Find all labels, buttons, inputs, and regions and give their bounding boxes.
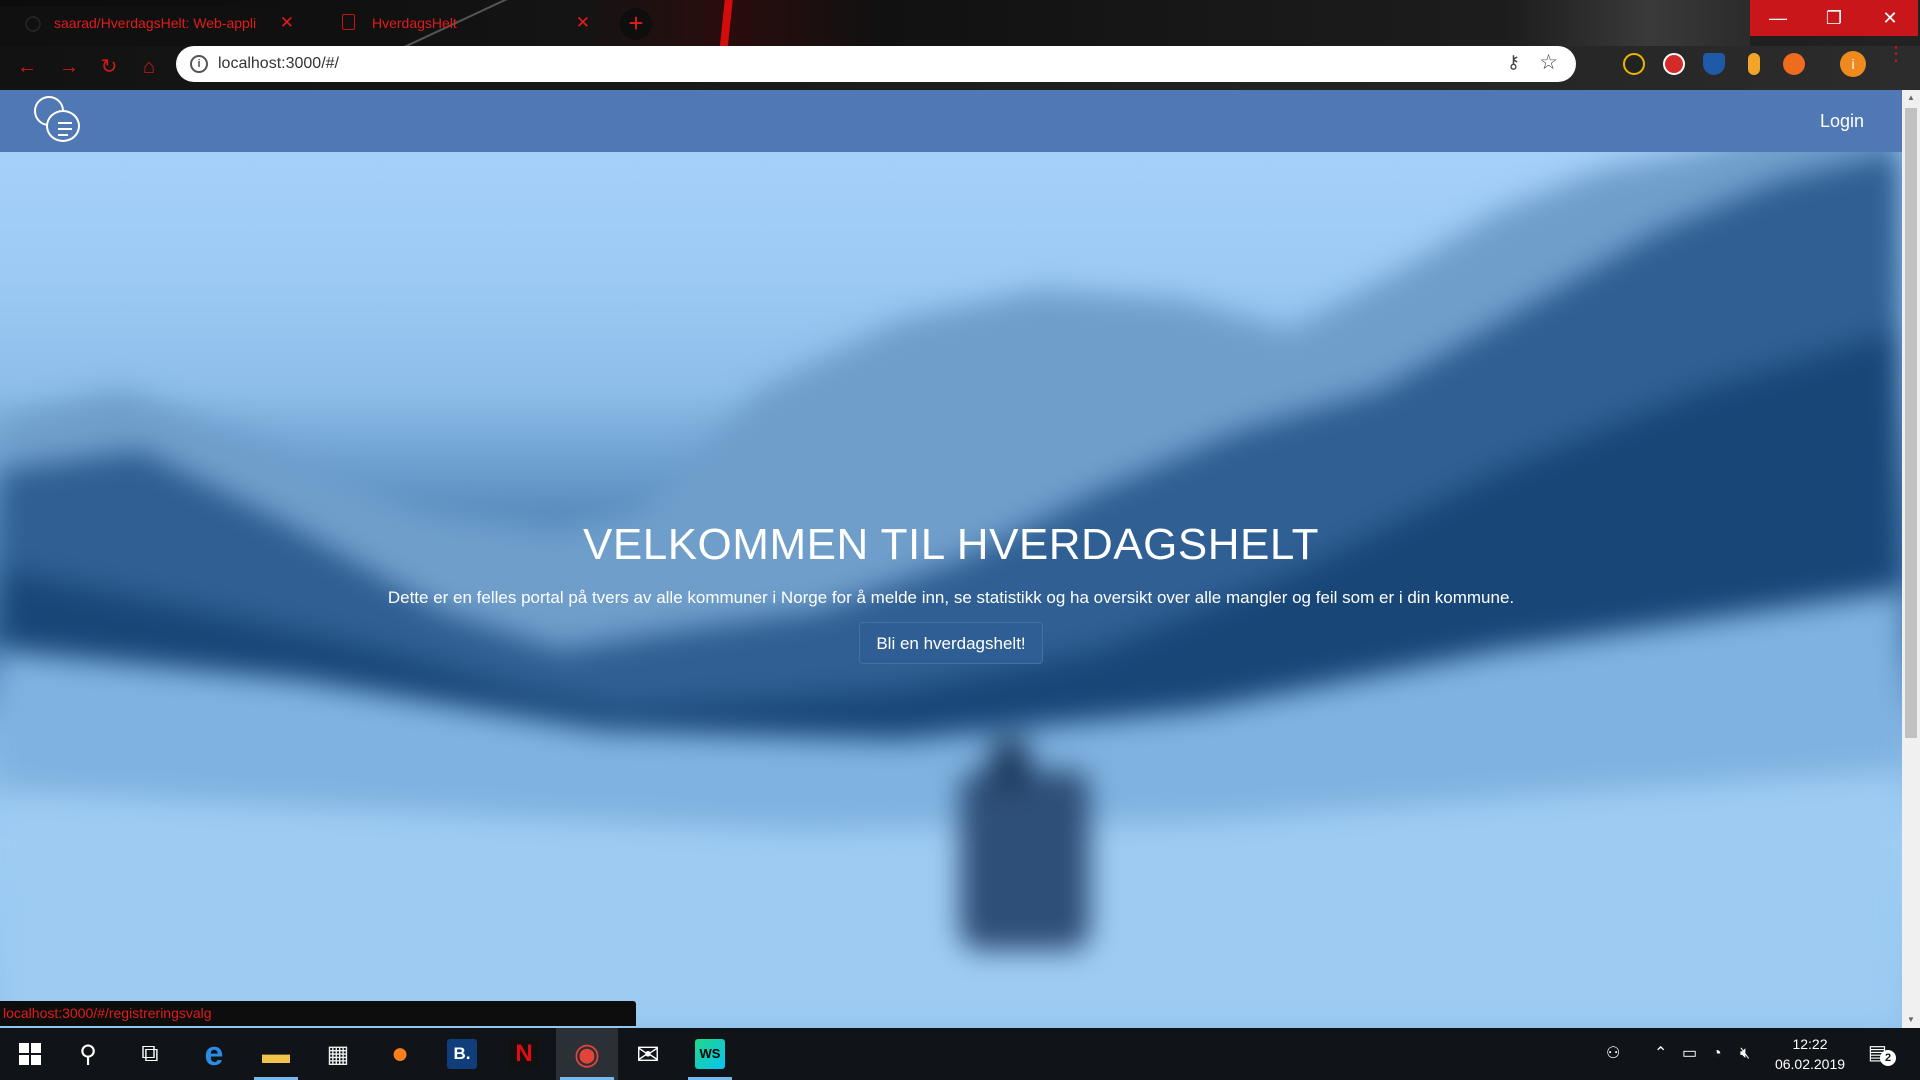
restore-button[interactable]: ❐	[1806, 0, 1862, 36]
hero-content: VELKOMMEN TIL HVERDAGSHELT Dette er en f…	[0, 520, 1902, 664]
close-window-button[interactable]: ✕	[1862, 0, 1918, 36]
task-view-icon: ⧉	[141, 1040, 159, 1067]
page-icon	[342, 14, 355, 30]
back-button[interactable]: ←	[14, 54, 40, 80]
tab-title: saarad/HverdagsHelt: Web-appli	[54, 15, 257, 31]
forward-button[interactable]: →	[56, 54, 82, 80]
system-clock[interactable]: 12:22 06.02.2019	[1774, 1034, 1846, 1074]
site-navbar: Login	[0, 90, 1902, 152]
extension-norton-icon[interactable]	[1623, 53, 1645, 75]
site-info-icon[interactable]: i	[190, 55, 208, 73]
page-scrollbar[interactable]: ▲ ▼	[1902, 90, 1920, 1028]
close-tab-icon[interactable]: ✕	[280, 6, 294, 40]
edge-icon: e	[204, 1034, 224, 1073]
home-button[interactable]: ⌂	[136, 54, 162, 80]
become-hero-button[interactable]: Bli en hverdagshelt!	[859, 622, 1043, 664]
hero-description: Dette er en felles portal på tvers av al…	[387, 588, 1515, 607]
clock-date: 06.02.2019	[1774, 1056, 1846, 1072]
firefox-icon: ●	[390, 1037, 410, 1070]
github-icon	[25, 16, 41, 32]
booking-icon: B.	[447, 1039, 477, 1069]
people-icon[interactable]: ⚇	[1606, 1028, 1620, 1080]
folder-icon: ▬	[262, 1038, 290, 1069]
web-page: Login VELKOMMEN TIL HVERDAGSHELT Dette e…	[0, 90, 1902, 1028]
chrome-icon: ◉	[573, 1037, 601, 1071]
extension-adblock-icon[interactable]	[1663, 53, 1685, 75]
extension-shield-icon[interactable]	[1703, 53, 1725, 75]
search-button[interactable]: ⚲	[62, 1028, 114, 1080]
wallpaper-accent	[1500, 0, 1750, 46]
login-link[interactable]: Login	[1820, 90, 1864, 152]
chrome-button[interactable]: ◉	[556, 1028, 618, 1080]
address-bar[interactable]: i localhost:3000/#/ ⚷ ☆	[176, 46, 1576, 82]
wifi-icon[interactable]: ◔	[1712, 1028, 1722, 1080]
task-view-button[interactable]: ⧉	[124, 1028, 176, 1080]
extension-reddit-icon[interactable]	[1783, 53, 1805, 75]
webstorm-icon: WS	[695, 1039, 725, 1069]
clock-time: 12:22	[1792, 1036, 1828, 1052]
profile-avatar[interactable]: i	[1840, 51, 1866, 77]
link-status-bar: localhost:3000/#/registreringsvalg	[0, 1001, 636, 1026]
close-tab-icon[interactable]: ✕	[576, 6, 590, 40]
mail-button[interactable]: ✉	[622, 1028, 674, 1080]
webstorm-button[interactable]: WS	[684, 1028, 736, 1080]
booking-button[interactable]: B.	[436, 1028, 488, 1080]
scroll-up-icon[interactable]: ▲	[1902, 90, 1920, 106]
mail-icon: ✉	[636, 1038, 660, 1070]
browser-tab-strip: saarad/HverdagsHelt: Web-appli ✕ Hverdag…	[0, 0, 1920, 101]
scroll-down-icon[interactable]: ▼	[1902, 1012, 1920, 1028]
edge-button[interactable]: e	[188, 1028, 240, 1080]
volume-muted-icon[interactable]: 🔇︎	[1740, 1028, 1750, 1080]
store-icon: ▦	[326, 1040, 350, 1068]
logo-line-shape	[58, 128, 72, 130]
store-button[interactable]: ▦	[312, 1028, 364, 1080]
firefox-button[interactable]: ●	[374, 1028, 426, 1080]
windows-taskbar: ⚲ ⧉ e ▬ ▦ ● B. N ◉ ✉ WS ⚇ ⌃ ▭ ◔ 🔇︎ 12:22…	[0, 1028, 1920, 1080]
address-url[interactable]: localhost:3000/#/	[218, 46, 339, 82]
search-icon: ⚲	[79, 1040, 97, 1068]
browser-menu-icon[interactable]: ⋮	[1886, 44, 1906, 64]
notification-count-badge: 2	[1880, 1050, 1896, 1066]
chevron-up-icon[interactable]: ⌃	[1654, 1028, 1667, 1080]
logo-line-shape	[58, 134, 68, 136]
tab-hverdagshelt[interactable]: HverdagsHelt ✕	[318, 6, 606, 46]
hero-title: VELKOMMEN TIL HVERDAGSHELT	[583, 520, 1319, 569]
start-button[interactable]	[4, 1028, 56, 1080]
action-center-button[interactable]: ▤ 2	[1868, 1040, 1896, 1066]
new-tab-button[interactable]: +	[620, 8, 652, 40]
reload-button[interactable]: ↻	[96, 54, 122, 80]
key-icon[interactable]: ⚷	[1507, 52, 1520, 73]
scrollbar-thumb[interactable]	[1905, 108, 1917, 738]
file-explorer-button[interactable]: ▬	[250, 1028, 302, 1080]
hverdagshelt-logo-icon[interactable]	[34, 96, 84, 146]
tab-github[interactable]: saarad/HverdagsHelt: Web-appli ✕	[0, 6, 310, 46]
extension-honey-icon[interactable]	[1748, 53, 1760, 75]
bookmark-star-icon[interactable]: ☆	[1539, 50, 1558, 75]
windows-icon	[19, 1043, 41, 1065]
tab-title: HverdagsHelt	[372, 15, 457, 31]
netflix-button[interactable]: N	[498, 1028, 550, 1080]
logo-bubble-shape	[46, 110, 80, 142]
netflix-icon: N	[509, 1039, 539, 1069]
battery-icon[interactable]: ▭	[1682, 1028, 1697, 1080]
minimize-button[interactable]: —	[1750, 0, 1806, 36]
logo-line-shape	[58, 122, 72, 124]
